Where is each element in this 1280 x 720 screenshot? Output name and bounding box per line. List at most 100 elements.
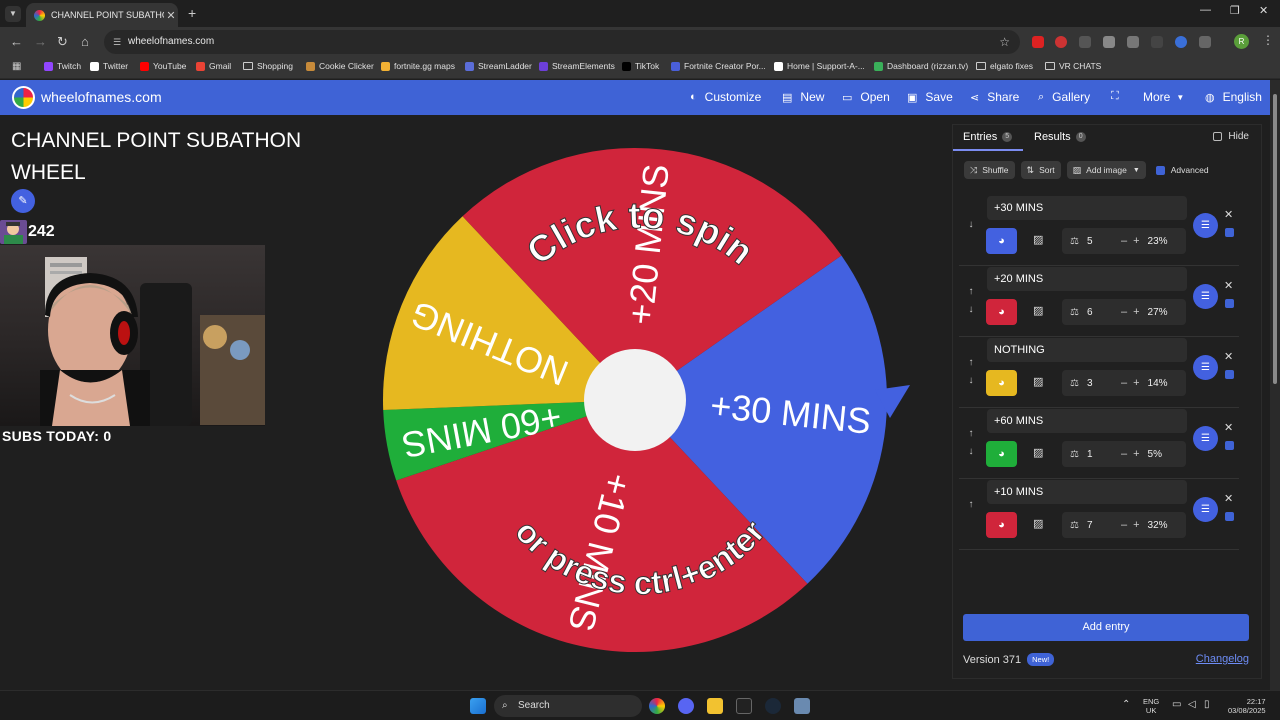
bookmark-item[interactable]: StreamElements [539,61,615,71]
mute-extension-icon[interactable] [1151,36,1163,48]
sort-button[interactable]: ⇅ Sort [1020,161,1061,179]
chrome-icon[interactable] [649,698,665,714]
weight-input[interactable]: 6 [1087,307,1121,318]
weight-input[interactable]: 7 [1087,520,1121,531]
hide-toggle[interactable]: Hide [1213,131,1249,142]
delete-entry-icon[interactable]: ✕ [1224,492,1233,505]
wheel-logo-icon[interactable] [12,86,35,109]
entry-settings-button[interactable]: ☰ [1193,426,1218,451]
minimize-button[interactable]: — [1200,4,1211,16]
bookmark-item[interactable]: elgato fixes [976,61,1033,71]
page-scrollbar[interactable] [1270,80,1280,690]
maximize-button[interactable]: ❐ [1230,4,1240,17]
bookmark-item[interactable]: StreamLadder [465,61,532,71]
profile-avatar[interactable]: R [1234,34,1249,49]
decrease-weight-button[interactable]: – [1121,519,1127,531]
move-up-icon[interactable]: ↑ [965,283,977,301]
share-button[interactable]: ⋖ Share [970,90,1019,104]
move-up-icon[interactable]: ↑ [965,354,977,372]
entry-settings-button[interactable]: ☰ [1193,355,1218,380]
address-bar[interactable]: ☰ wheelofnames.com ☆ [104,30,1020,54]
entry-name-input[interactable]: +10 MINS [987,480,1187,504]
entry-color-button[interactable]: ◕ [986,370,1017,396]
weight-input[interactable]: 5 [1087,236,1121,247]
tab-search-button[interactable]: ▼ [5,6,21,22]
bookmark-item[interactable]: Home | Support-A-... [774,61,865,71]
extension-icon[interactable] [1079,36,1091,48]
entry-name-input[interactable]: +20 MINS [987,267,1187,291]
taskbar-search[interactable]: ⌕ Search [494,695,642,717]
delete-entry-icon[interactable]: ✕ [1224,350,1233,363]
close-window-button[interactable]: ✕ [1259,4,1268,17]
entry-image-icon[interactable]: ▨ [1033,304,1043,317]
move-down-icon[interactable]: ↓ [965,301,977,319]
new-tab-button[interactable]: + [188,5,196,21]
bookmark-item[interactable]: VR CHATS [1045,61,1101,71]
discord-icon[interactable] [678,698,694,714]
entry-image-icon[interactable]: ▨ [1033,446,1043,459]
browser-menu-icon[interactable]: ⋮ [1262,33,1274,47]
entry-name-input[interactable]: +60 MINS [987,409,1187,433]
entry-color-button[interactable]: ◕ [986,228,1017,254]
battery-icon[interactable]: ▯ [1204,699,1210,710]
wheel-center-hub[interactable] [584,349,686,451]
entry-color-button[interactable]: ◕ [986,441,1017,467]
customize-button[interactable]: ◐ Customize [690,90,761,104]
scrollbar-thumb[interactable] [1273,94,1277,384]
move-down-icon[interactable]: ↓ [965,372,977,390]
extensions-puzzle-icon[interactable] [1199,36,1211,48]
changelog-link[interactable]: Changelog [1196,653,1249,665]
spin-wheel[interactable]: +30 MINS+10 MINS+60 MINSNOTHING+20 MINS … [370,130,930,670]
file-explorer-icon[interactable] [707,698,723,714]
entry-image-icon[interactable]: ▨ [1033,233,1043,246]
tab-close-icon[interactable]: ✕ [164,9,178,22]
extension-icon[interactable] [1055,36,1067,48]
bookmark-item[interactable]: Twitch [44,61,81,71]
advanced-toggle[interactable]: Advanced [1155,165,1209,175]
bookmark-item[interactable]: Shopping [243,61,293,71]
decrease-weight-button[interactable]: – [1121,235,1127,247]
entry-color-button[interactable]: ◕ [986,299,1017,325]
delete-entry-icon[interactable]: ✕ [1224,421,1233,434]
increase-weight-button[interactable]: + [1133,448,1139,460]
browser-tab[interactable]: CHANNEL POINT SUBATHON W ✕ [26,3,178,27]
wheel-area[interactable]: +30 MINS +10 MINS +60 MINS NOTHING +20 MINS … [370,130,930,670]
start-windows-icon[interactable] [470,698,486,714]
extension-icon[interactable] [1175,36,1187,48]
tray-overflow-icon[interactable]: ⌃ [1122,699,1130,710]
entry-enabled-checkbox[interactable] [1225,370,1234,379]
entry-image-icon[interactable]: ▨ [1033,517,1043,530]
delete-entry-icon[interactable]: ✕ [1224,208,1233,221]
app-icon[interactable] [794,698,810,714]
entry-enabled-checkbox[interactable] [1225,228,1234,237]
extension-icon[interactable] [1127,36,1139,48]
apps-grid-icon[interactable]: ▦ [12,61,21,72]
steam-icon[interactable] [765,698,781,714]
epic-games-icon[interactable] [736,698,752,714]
entry-name-input[interactable]: +30 MINS [987,196,1187,220]
entry-settings-button[interactable]: ☰ [1193,213,1218,238]
bookmark-item[interactable]: Dashboard (rizzan.tv) [874,61,968,71]
weight-input[interactable]: 3 [1087,378,1121,389]
clock[interactable]: 22:17 03/08/2025 [1228,697,1266,715]
language-indicator[interactable]: ENG UK [1143,697,1159,715]
site-info-icon[interactable]: ☰ [113,30,121,54]
language-button[interactable]: ◍ English [1205,90,1262,104]
decrease-weight-button[interactable]: – [1121,377,1127,389]
entry-enabled-checkbox[interactable] [1225,512,1234,521]
back-icon[interactable]: ← [10,34,23,49]
bookmark-item[interactable]: TikTok [622,61,659,71]
add-entry-button[interactable]: Add entry [963,614,1249,641]
fullscreen-button[interactable]: ⛶ [1111,90,1127,103]
entry-settings-button[interactable]: ☰ [1193,497,1218,522]
extension-icon[interactable] [1032,36,1044,48]
move-down-icon[interactable]: ↓ [965,443,977,461]
weight-input[interactable]: 1 [1087,449,1121,460]
increase-weight-button[interactable]: + [1133,306,1139,318]
more-button[interactable]: More ▼ [1143,90,1184,104]
decrease-weight-button[interactable]: – [1121,306,1127,318]
shuffle-button[interactable]: ⤨ Shuffle [964,161,1015,179]
increase-weight-button[interactable]: + [1133,235,1139,247]
tab-results[interactable]: Results 0 [1034,131,1086,143]
increase-weight-button[interactable]: + [1133,377,1139,389]
